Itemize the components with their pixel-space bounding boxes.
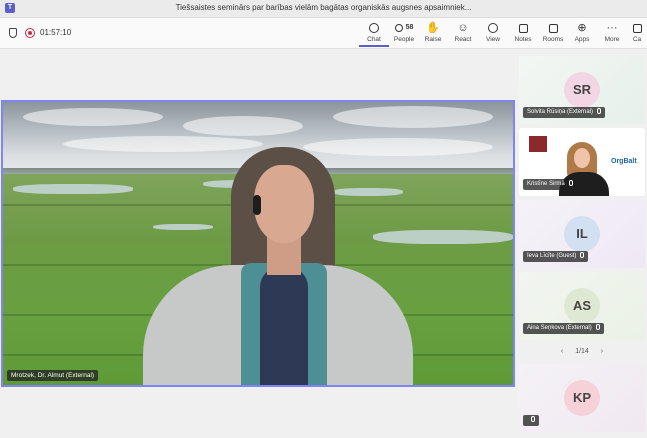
notes-icon (508, 21, 538, 35)
participant-name: Aina Seņkova (External) (523, 323, 604, 334)
mic-muted-icon (531, 416, 535, 423)
participant-name: Solvita Rūsiņa (External) (523, 107, 606, 118)
mic-muted-icon (580, 252, 585, 259)
avatar: AS (564, 288, 600, 324)
pager-prev-button[interactable]: ‹ (561, 348, 563, 355)
mic-muted-icon (568, 180, 573, 187)
participant-name: Ieva Līcīte (Guest) (523, 251, 589, 262)
speaker-name-tag: Mrotzek, Dr. Almut (External) (7, 370, 99, 381)
headset-icon (253, 195, 261, 215)
participant-tile[interactable]: OrgBalt Kristīne Sirmā (519, 128, 645, 196)
raise-hand-icon: ✋ (426, 22, 440, 34)
avatar: IL (564, 216, 600, 252)
title-bar: T Tiešsaistes seminārs par barības vielā… (0, 0, 647, 18)
orgbalt-logo: OrgBalt (611, 158, 637, 165)
window-title: Tiešsaistes seminārs par barības vielām … (175, 3, 472, 12)
participant-video (574, 148, 590, 168)
raise-hand-button[interactable]: ✋ Raise (418, 21, 448, 47)
participant-name: Kristīne Sirmā (523, 179, 577, 190)
more-button[interactable]: ··· More (597, 21, 627, 47)
recording-icon (25, 28, 35, 38)
participant-pager: ‹ 1/14 › (519, 346, 645, 358)
mic-muted-icon (595, 324, 600, 331)
speaker-video (143, 147, 413, 385)
camera-icon (627, 21, 647, 35)
avatar: KP (564, 380, 600, 416)
pager-next-button[interactable]: › (601, 348, 603, 355)
mic-muted-icon (597, 108, 602, 115)
rooms-icon (538, 21, 568, 35)
chat-icon (359, 21, 389, 35)
main-video-stage[interactable]: Mrotzek, Dr. Almut (External) (1, 100, 515, 387)
participant-tile[interactable]: IL Ieva Līcīte (Guest) (519, 200, 645, 268)
rooms-button[interactable]: Rooms (538, 21, 568, 47)
view-icon (478, 21, 508, 35)
react-button[interactable]: ☺ React (448, 21, 478, 47)
participant-tile[interactable]: KP (519, 364, 645, 432)
camera-button[interactable]: Ca (627, 21, 647, 47)
apps-button[interactable]: ⊕ Apps (567, 21, 597, 47)
apps-icon: ⊕ (577, 22, 587, 34)
people-button[interactable]: 58 People (389, 21, 419, 47)
people-count: 58 (405, 24, 414, 31)
avatar: SR (564, 72, 600, 108)
notes-button[interactable]: Notes (508, 21, 538, 47)
pager-text: 1/14 (575, 348, 589, 355)
participant-name (523, 415, 539, 426)
people-icon: 58 (389, 21, 419, 35)
view-button[interactable]: View (478, 21, 508, 47)
react-icon: ☺ (457, 22, 469, 34)
participant-tile[interactable]: AS Aina Seņkova (External) (519, 272, 645, 340)
chat-button[interactable]: Chat (359, 21, 389, 47)
participant-tile[interactable]: SR Solvita Rūsiņa (External) (519, 56, 645, 124)
more-icon: ··· (606, 22, 618, 34)
meeting-toolbar: 01:57:10 Chat 58 People ✋ Raise ☺ React … (0, 18, 647, 49)
university-logo-icon (529, 136, 547, 152)
meeting-timer: 01:57:10 (40, 28, 72, 37)
shield-icon (9, 28, 17, 38)
